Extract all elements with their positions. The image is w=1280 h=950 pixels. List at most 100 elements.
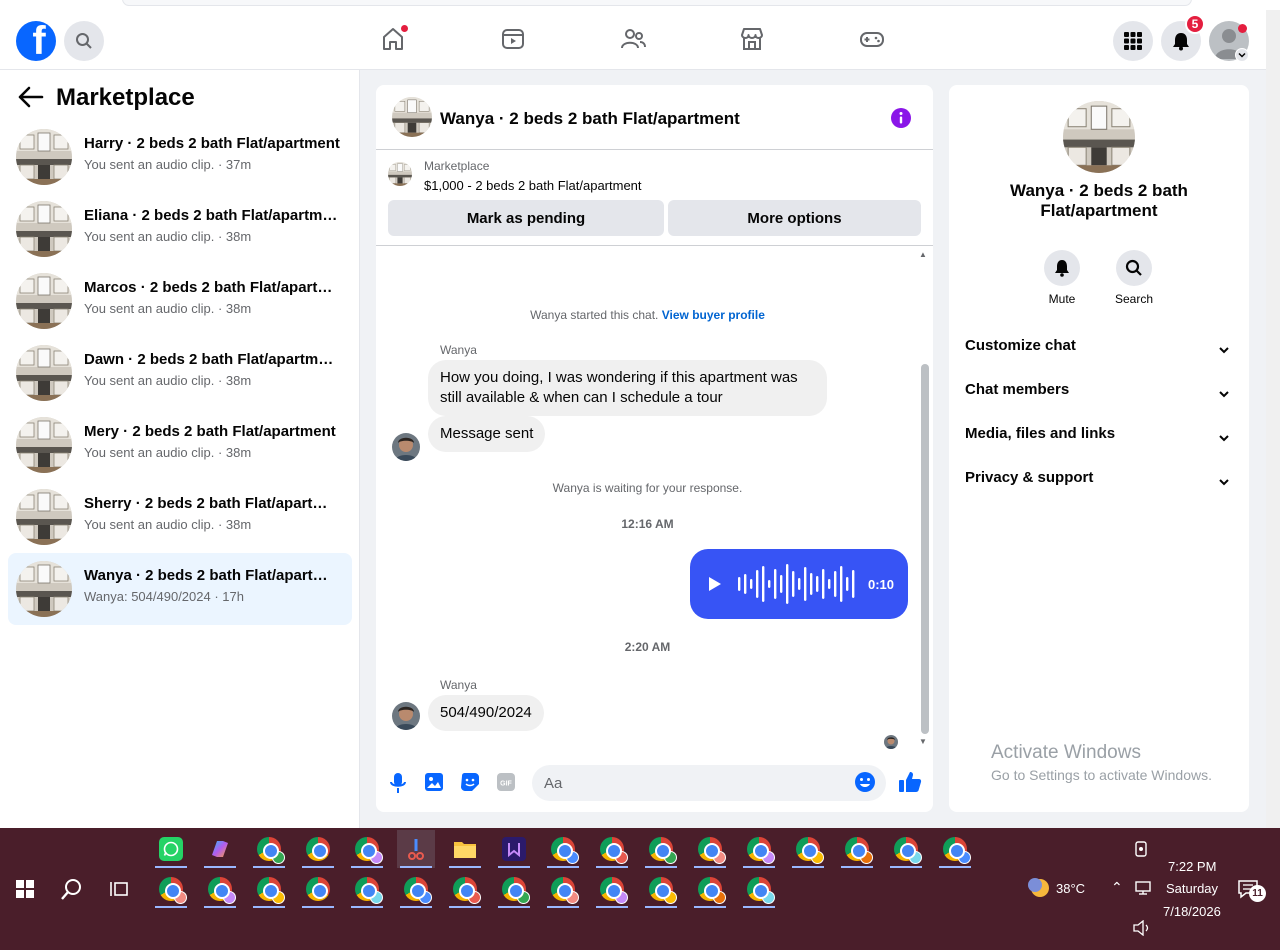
temperature-text[interactable]: 38°C bbox=[1056, 881, 1085, 896]
incoming-message-bubble[interactable]: Message sent bbox=[428, 416, 546, 452]
chrome-app-icon[interactable] bbox=[348, 830, 386, 868]
emoji-icon[interactable] bbox=[854, 771, 876, 798]
chrome-app-icon[interactable] bbox=[936, 830, 974, 868]
meet-now-icon[interactable] bbox=[1123, 830, 1161, 868]
whatsapp-app-icon[interactable] bbox=[152, 830, 190, 868]
info-section-chat-members[interactable]: Chat members bbox=[965, 381, 1233, 405]
account-chevron-icon[interactable] bbox=[1235, 48, 1249, 62]
notification-center-count: 11 bbox=[1249, 885, 1266, 902]
volume-icon[interactable] bbox=[1123, 909, 1161, 947]
friends-icon[interactable] bbox=[620, 26, 646, 52]
listing-thumbnail[interactable] bbox=[392, 97, 432, 137]
waiting-note: Wanya is waiting for your response. bbox=[552, 481, 743, 495]
message-sender-name: Wanya bbox=[440, 678, 477, 692]
notification-center-icon[interactable]: 11 bbox=[1229, 870, 1267, 908]
chrome-app-icon[interactable] bbox=[201, 870, 239, 908]
marketplace-icon[interactable] bbox=[739, 26, 765, 52]
search-button[interactable] bbox=[64, 21, 104, 61]
message-input[interactable]: Aa bbox=[532, 765, 886, 801]
show-hidden-icons-chevron[interactable]: ⌃ bbox=[1111, 879, 1123, 896]
chrome-app-icon[interactable] bbox=[593, 870, 631, 908]
gaming-icon[interactable] bbox=[859, 26, 885, 52]
chrome-app-icon[interactable] bbox=[397, 870, 435, 908]
scroll-thumb[interactable] bbox=[921, 364, 929, 734]
chrome-app-icon[interactable] bbox=[691, 830, 729, 868]
taskbar-search-icon[interactable] bbox=[53, 870, 91, 908]
chrome-app-icon[interactable] bbox=[691, 870, 729, 908]
info-section-privacy-support[interactable]: Privacy & support bbox=[965, 469, 1233, 493]
more-options-button[interactable]: More options bbox=[668, 200, 921, 236]
play-icon[interactable] bbox=[708, 576, 722, 597]
waveform-bar bbox=[852, 570, 855, 598]
chat-scrollbar[interactable]: ▲ ▼ bbox=[919, 250, 929, 746]
mark-as-pending-button[interactable]: Mark as pending bbox=[388, 200, 664, 236]
conversation-item[interactable]: Wanya · 2 beds 2 bath Flat/apartment Wany… bbox=[8, 553, 352, 625]
sender-avatar[interactable] bbox=[392, 433, 420, 461]
chrome-app-icon[interactable] bbox=[838, 830, 876, 868]
menu-button[interactable] bbox=[1113, 21, 1153, 61]
conversation-item[interactable]: Eliana · 2 beds 2 bath Flat/apartment You… bbox=[8, 193, 352, 265]
scroll-down-arrow-icon[interactable]: ▼ bbox=[919, 737, 927, 746]
conversation-item[interactable]: Harry · 2 beds 2 bath Flat/apartment You … bbox=[8, 121, 352, 193]
incoming-message-bubble[interactable]: How you doing, I was wondering if this a… bbox=[428, 360, 827, 416]
conversation-item[interactable]: Dawn · 2 beds 2 bath Flat/apartment You s… bbox=[8, 337, 352, 409]
dev-app-icon[interactable] bbox=[495, 830, 533, 868]
view-buyer-profile-link[interactable]: View buyer profile bbox=[662, 308, 765, 322]
gif-icon[interactable]: GIF bbox=[496, 772, 516, 797]
facebook-logo[interactable]: f bbox=[16, 21, 56, 61]
sticker-icon[interactable] bbox=[460, 772, 480, 797]
info-section-media-files-and-links[interactable]: Media, files and links bbox=[965, 425, 1233, 449]
info-icon[interactable] bbox=[890, 107, 912, 134]
chrome-app-icon[interactable] bbox=[250, 830, 288, 868]
chrome-app-icon[interactable] bbox=[593, 830, 631, 868]
video-icon[interactable] bbox=[500, 26, 526, 52]
chrome-app-icon[interactable] bbox=[348, 870, 386, 908]
chrome-app-icon[interactable] bbox=[887, 830, 925, 868]
chrome-app-icon[interactable] bbox=[299, 870, 337, 908]
clock-date[interactable]: 7/18/2026 bbox=[1163, 904, 1221, 919]
clock-time[interactable]: 7:22 PM bbox=[1168, 859, 1216, 874]
incoming-message-bubble[interactable]: 504/490/2024 bbox=[428, 695, 544, 731]
thumbs-up-icon[interactable] bbox=[898, 770, 922, 799]
chat-title[interactable]: Wanya · 2 beds 2 bath Flat/apartment bbox=[440, 109, 740, 129]
clock-day[interactable]: Saturday bbox=[1166, 881, 1218, 896]
listing-small-thumbnail[interactable] bbox=[388, 162, 412, 186]
conversation-item[interactable]: Sherry · 2 beds 2 bath Flat/apartment You… bbox=[8, 481, 352, 553]
search-action[interactable]: Search bbox=[1104, 250, 1164, 306]
chrome-app-icon[interactable] bbox=[250, 870, 288, 908]
windows-start-icon[interactable] bbox=[6, 870, 44, 908]
mute-action[interactable]: Mute bbox=[1032, 250, 1092, 306]
copilot-app-icon[interactable] bbox=[201, 830, 239, 868]
page-scrollbar[interactable] bbox=[1266, 10, 1280, 828]
weather-icon[interactable] bbox=[1019, 869, 1057, 907]
conversation-item[interactable]: Mery · 2 beds 2 bath Flat/apartment You s… bbox=[8, 409, 352, 481]
sender-avatar[interactable] bbox=[392, 702, 420, 730]
scroll-up-arrow-icon[interactable]: ▲ bbox=[919, 250, 927, 259]
listing-price-title[interactable]: $1,000 - 2 beds 2 bath Flat/apartment bbox=[424, 178, 642, 193]
chrome-app-icon[interactable] bbox=[642, 830, 680, 868]
microphone-icon[interactable] bbox=[388, 772, 408, 799]
chrome-app-icon[interactable] bbox=[299, 830, 337, 868]
info-title: Wanya · 2 beds 2 bath Flat/apartment bbox=[1010, 181, 1188, 220]
home-icon[interactable] bbox=[380, 25, 408, 52]
chrome-app-icon[interactable] bbox=[642, 870, 680, 908]
conversation-preview: You sent an audio clip. · 38m bbox=[84, 373, 252, 388]
photo-icon[interactable] bbox=[424, 772, 444, 797]
chrome-app-icon[interactable] bbox=[789, 830, 827, 868]
network-icon[interactable] bbox=[1124, 869, 1162, 907]
chrome-app-icon[interactable] bbox=[544, 870, 582, 908]
chrome-app-icon[interactable] bbox=[495, 870, 533, 908]
chrome-app-icon[interactable] bbox=[446, 870, 484, 908]
file-explorer-app-icon[interactable] bbox=[446, 830, 484, 868]
audio-message[interactable]: 0:10 bbox=[690, 549, 908, 619]
info-section-customize-chat[interactable]: Customize chat bbox=[965, 337, 1233, 361]
chrome-app-icon[interactable] bbox=[152, 870, 190, 908]
chrome-app-icon[interactable] bbox=[544, 830, 582, 868]
task-view-icon[interactable] bbox=[101, 870, 139, 908]
chrome-app-icon[interactable] bbox=[740, 870, 778, 908]
back-arrow-icon[interactable] bbox=[18, 86, 44, 113]
chrome-app-icon[interactable] bbox=[740, 830, 778, 868]
info-listing-thumbnail[interactable] bbox=[1063, 101, 1135, 173]
conversation-item[interactable]: Marcos · 2 beds 2 bath Flat/apartment You… bbox=[8, 265, 352, 337]
snipping-tool-app-icon[interactable] bbox=[397, 830, 435, 868]
